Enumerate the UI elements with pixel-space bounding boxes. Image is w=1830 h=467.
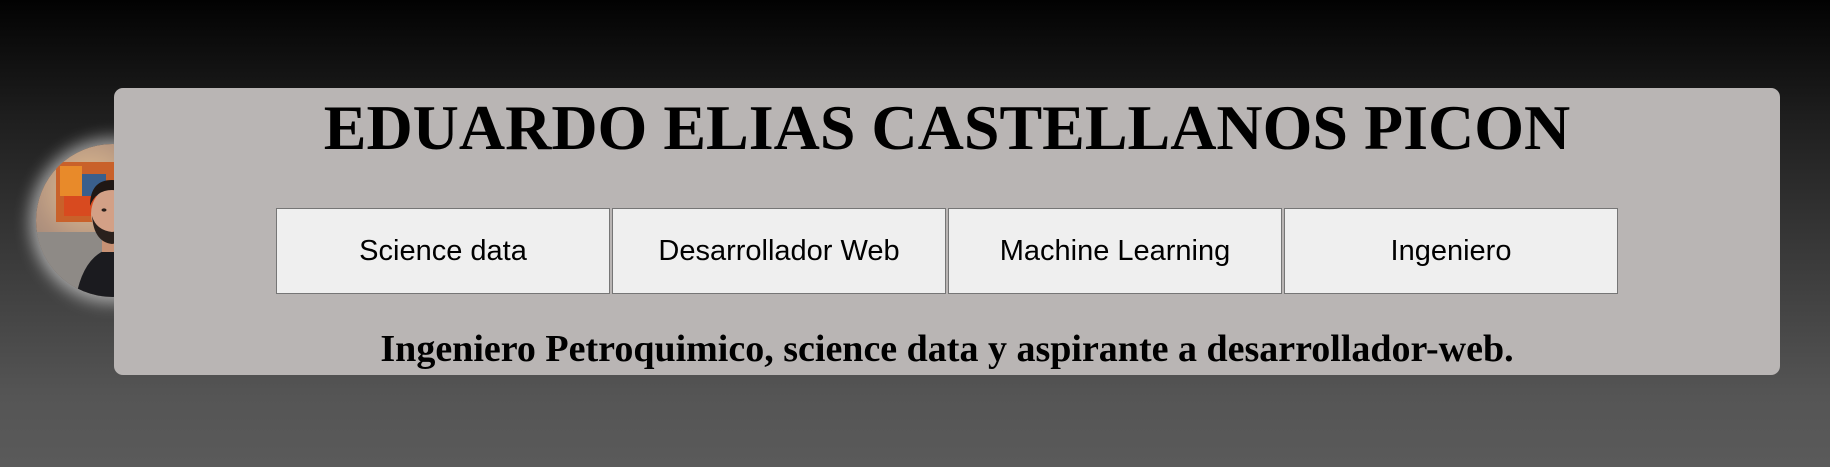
page-title: EDUARDO ELIAS CASTELLANOS PICON: [323, 92, 1571, 163]
science-data-button[interactable]: Science data: [276, 208, 610, 294]
web-developer-button[interactable]: Desarrollador Web: [612, 208, 946, 294]
machine-learning-button[interactable]: Machine Learning: [948, 208, 1282, 294]
nav-buttons: Science data Desarrollador Web Machine L…: [276, 208, 1618, 294]
header-card: EDUARDO ELIAS CASTELLANOS PICON Science …: [114, 88, 1780, 375]
engineer-button[interactable]: Ingeniero: [1284, 208, 1618, 294]
tagline: Ingeniero Petroquimico, science data y a…: [380, 328, 1514, 370]
